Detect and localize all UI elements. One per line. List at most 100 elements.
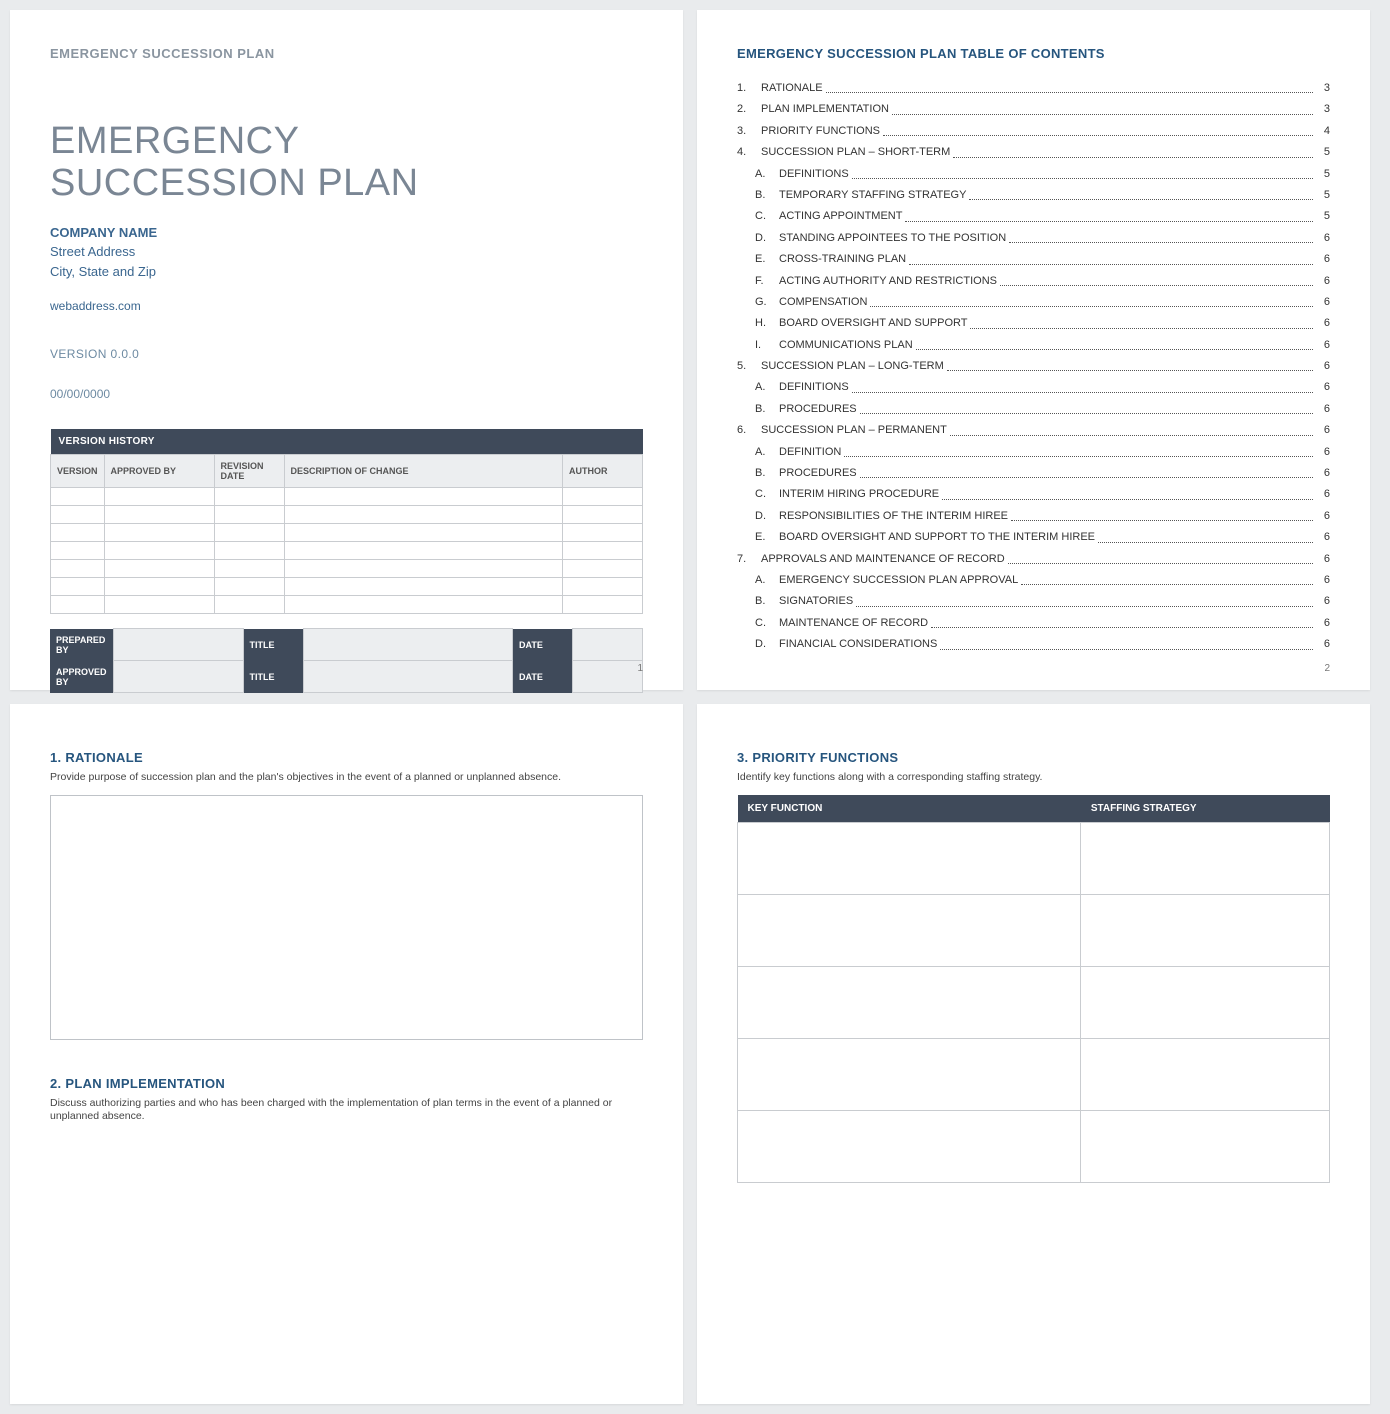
toc-entry: D.RESPONSIBILITIES OF THE INTERIM HIREE6 [737,509,1330,524]
toc-dots [1098,530,1313,542]
section-1-desc: Provide purpose of succession plan and t… [50,771,643,785]
toc-number: B. [755,466,779,481]
toc-page: 6 [1316,359,1330,374]
toc-entry: B.PROCEDURES6 [737,466,1330,481]
vh-row [51,596,643,614]
priority-functions-table: KEY FUNCTION STAFFING STRATEGY [737,795,1330,1183]
toc-entry: D.FINANCIAL CONSIDERATIONS6 [737,637,1330,652]
toc-dots [856,594,1313,606]
toc-page: 6 [1316,423,1330,438]
vh-row [51,488,643,506]
col-key-function: KEY FUNCTION [738,795,1081,823]
toc-entry: 3.PRIORITY FUNCTIONS4 [737,124,1330,139]
toc-label: STANDING APPOINTEES TO THE POSITION [779,231,1006,246]
toc-entry: I.COMMUNICATIONS PLAN6 [737,338,1330,353]
toc-entry: E.BOARD OVERSIGHT AND SUPPORT TO THE INT… [737,530,1330,545]
toc-entry: E.CROSS-TRAINING PLAN6 [737,252,1330,267]
toc-dots [860,466,1313,478]
approved-by-cell [113,661,243,693]
doc-title: EMERGENCY SUCCESSION PLAN [50,121,643,205]
toc-entry: D.STANDING APPOINTEES TO THE POSITION6 [737,231,1330,246]
title-line1: EMERGENCY [50,120,299,162]
toc-entry: 4.SUCCESSION PLAN – SHORT-TERM 5 [737,145,1330,160]
vh-col-revision-date: REVISION DATE [214,455,284,488]
toc-dots [1021,573,1313,585]
toc-label: DEFINITION [779,445,841,460]
toc-page: 5 [1316,167,1330,182]
page-2: EMERGENCY SUCCESSION PLAN TABLE OF CONTE… [697,10,1370,690]
toc-label: COMMUNICATIONS PLAN [779,338,913,353]
date-cell [573,629,643,661]
toc-entry: A.DEFINITIONS 6 [737,380,1330,395]
toc-page: 5 [1316,145,1330,160]
toc-label: PRIORITY FUNCTIONS [761,124,880,139]
page-1: EMERGENCY SUCCESSION PLAN EMERGENCY SUCC… [10,10,683,690]
toc-title: EMERGENCY SUCCESSION PLAN TABLE OF CONTE… [737,46,1330,61]
web-address: webaddress.com [50,299,643,313]
toc-page: 6 [1316,573,1330,588]
toc-number: 4. [737,145,761,160]
toc-page: 6 [1316,445,1330,460]
toc-label: PLAN IMPLEMENTATION [761,102,889,117]
toc-label: RATIONALE [761,81,823,96]
toc-label: INTERIM HIRING PROCEDURE [779,487,939,502]
toc-entry: A.EMERGENCY SUCCESSION PLAN APPROVAL6 [737,573,1330,588]
toc-dots [909,252,1313,264]
toc-page: 6 [1316,530,1330,545]
section-2-title: 2. PLAN IMPLEMENTATION [50,1076,643,1091]
priority-row [738,894,1330,966]
toc-label: EMERGENCY SUCCESSION PLAN APPROVAL [779,573,1018,588]
title-cell-2 [303,661,512,693]
toc-number: 6. [737,423,761,438]
toc-number: B. [755,188,779,203]
toc-dots [1009,231,1313,243]
section-1-title: 1. RATIONALE [50,750,643,765]
toc-label: BOARD OVERSIGHT AND SUPPORT TO THE INTER… [779,530,1095,545]
toc-label: SUCCESSION PLAN – SHORT-TERM [761,145,950,160]
toc-number: E. [755,530,779,545]
toc-label: FINANCIAL CONSIDERATIONS [779,637,937,652]
date-label: DATE [513,629,573,661]
city-state-zip: City, State and Zip [50,262,643,282]
vh-row [51,578,643,596]
section-3-desc: Identify key functions along with a corr… [737,771,1330,785]
toc-dots [1008,552,1313,564]
toc-dots [852,167,1313,179]
toc-page: 6 [1316,487,1330,502]
title-line2: SUCCESSION PLAN [50,162,419,204]
vh-col-version: VERSION [51,455,105,488]
toc-number: A. [755,445,779,460]
toc-number: B. [755,402,779,417]
vh-row [51,542,643,560]
toc-page: 6 [1316,274,1330,289]
toc-page: 3 [1316,102,1330,117]
toc-number: 3. [737,124,761,139]
priority-row [738,1110,1330,1182]
toc-entry: C.MAINTENANCE OF RECORD6 [737,616,1330,631]
toc-dots [905,209,1313,221]
date-label-2: DATE [513,661,573,693]
toc-page: 6 [1316,402,1330,417]
vh-col-author: AUTHOR [563,455,643,488]
section-2-desc: Discuss authorizing parties and who has … [50,1097,643,1124]
toc-number: C. [755,487,779,502]
doc-date: 00/00/0000 [50,387,643,401]
toc-label: TEMPORARY STAFFING STRATEGY [779,188,966,203]
toc-number: 7. [737,552,761,567]
page-4: 3. PRIORITY FUNCTIONS Identify key funct… [697,704,1370,1404]
toc-entry: A.DEFINITIONS5 [737,167,1330,182]
title-cell [303,629,512,661]
toc-dots [947,359,1313,371]
toc-dots [931,616,1313,628]
priority-row [738,1038,1330,1110]
col-staffing-strategy: STAFFING STRATEGY [1081,795,1330,823]
toc-page: 6 [1316,380,1330,395]
toc-dots [942,487,1313,499]
toc-page: 6 [1316,295,1330,310]
toc-entry: 2.PLAN IMPLEMENTATION3 [737,102,1330,117]
toc-number: E. [755,252,779,267]
toc-number: C. [755,616,779,631]
toc-label: DEFINITIONS [779,380,849,395]
section-3-title: 3. PRIORITY FUNCTIONS [737,750,1330,765]
toc-number: A. [755,380,779,395]
